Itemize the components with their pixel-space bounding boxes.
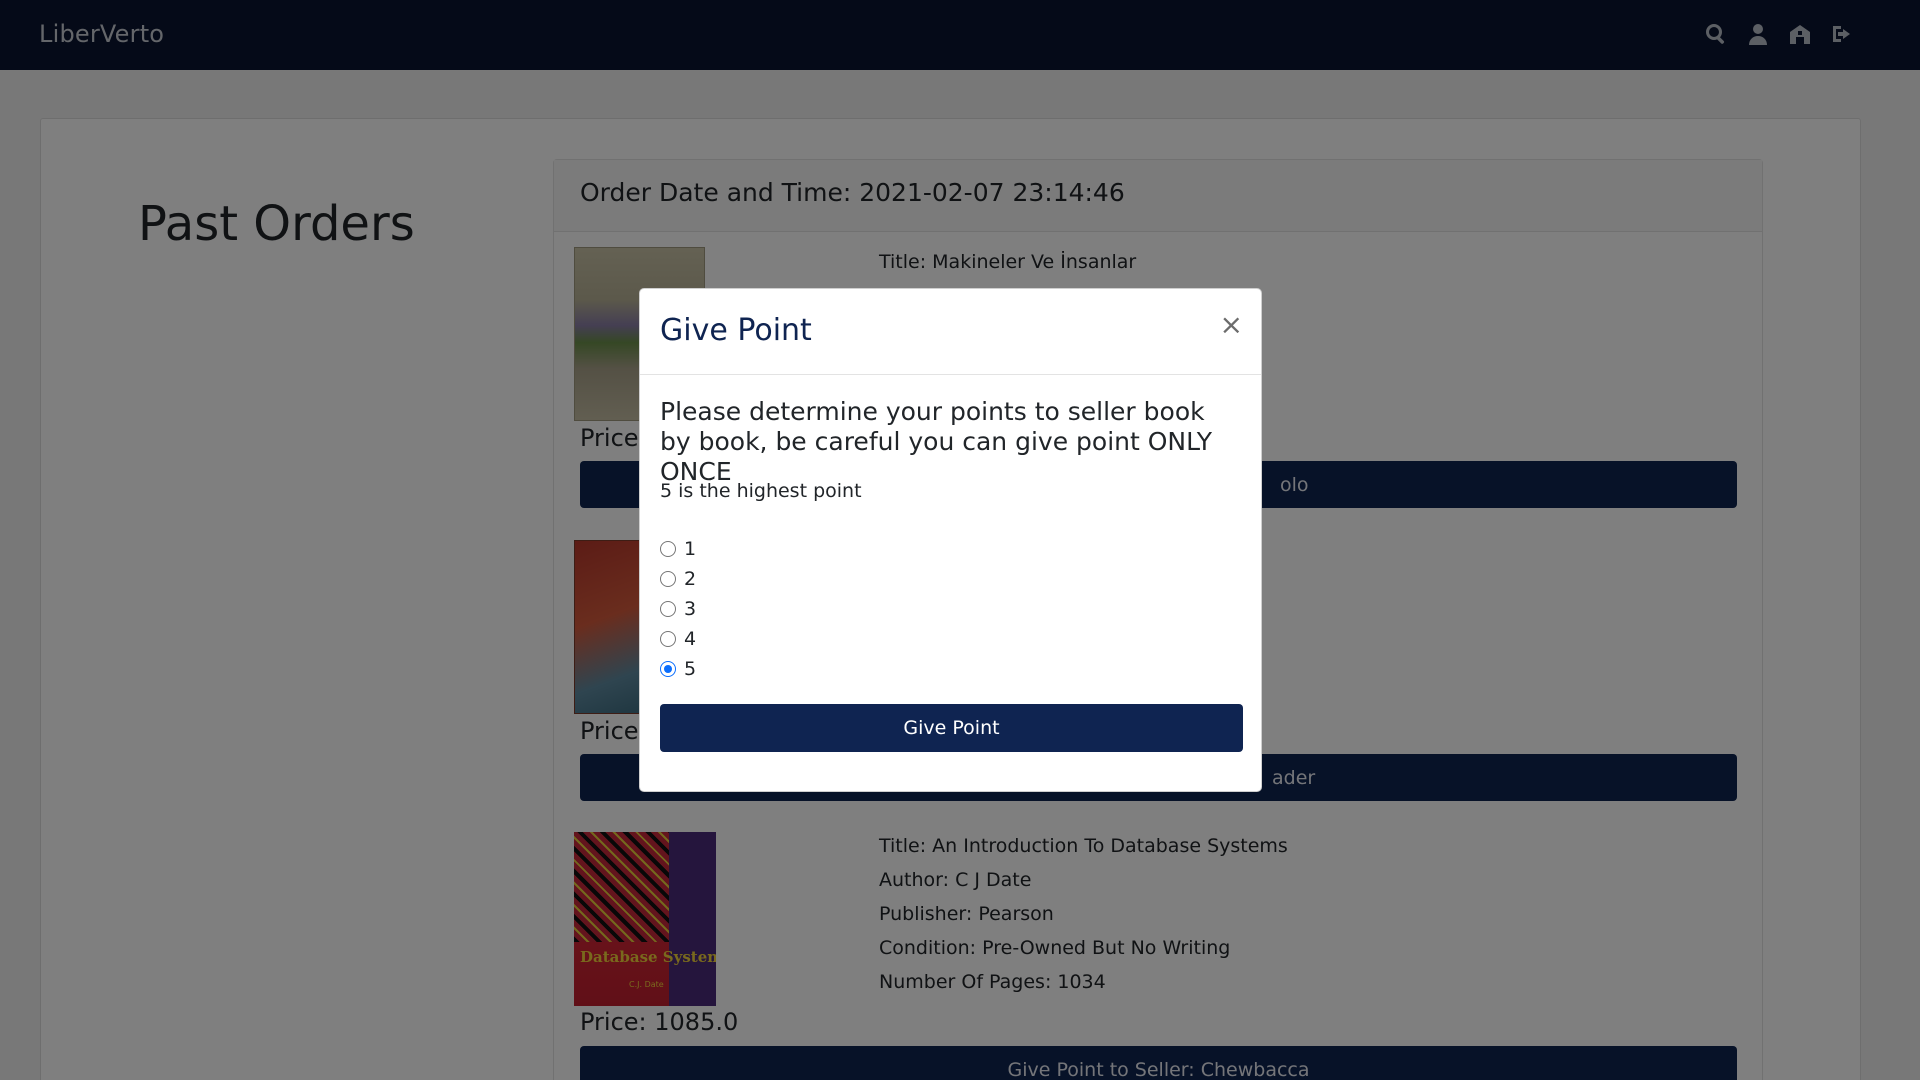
radio-label-3: 3 bbox=[684, 598, 697, 620]
radio-label-1: 1 bbox=[684, 538, 697, 560]
give-point-modal: Give Point × Please determine your point… bbox=[639, 288, 1262, 792]
radio-label-4: 4 bbox=[684, 628, 697, 650]
modal-heading: Please determine your points to seller b… bbox=[660, 397, 1212, 486]
modal-note: 5 is the highest point bbox=[660, 480, 862, 502]
radio-button-2[interactable] bbox=[660, 571, 676, 587]
give-point-button[interactable]: Give Point bbox=[660, 704, 1243, 752]
radio-button-1[interactable] bbox=[660, 541, 676, 557]
close-icon[interactable]: × bbox=[1220, 311, 1243, 339]
radio-button-5[interactable] bbox=[660, 661, 676, 677]
radio-option-5[interactable]: 5 bbox=[660, 658, 696, 680]
radio-button-4[interactable] bbox=[660, 631, 676, 647]
radio-option-3[interactable]: 3 bbox=[660, 598, 696, 620]
radio-label-2: 2 bbox=[684, 568, 697, 590]
radio-option-1[interactable]: 1 bbox=[660, 538, 696, 560]
modal-title: Give Point bbox=[660, 313, 812, 348]
radio-label-5: 5 bbox=[684, 658, 697, 680]
radio-option-4[interactable]: 4 bbox=[660, 628, 696, 650]
radio-button-3[interactable] bbox=[660, 601, 676, 617]
modal-header: Give Point × bbox=[640, 289, 1261, 375]
radio-option-2[interactable]: 2 bbox=[660, 568, 696, 590]
